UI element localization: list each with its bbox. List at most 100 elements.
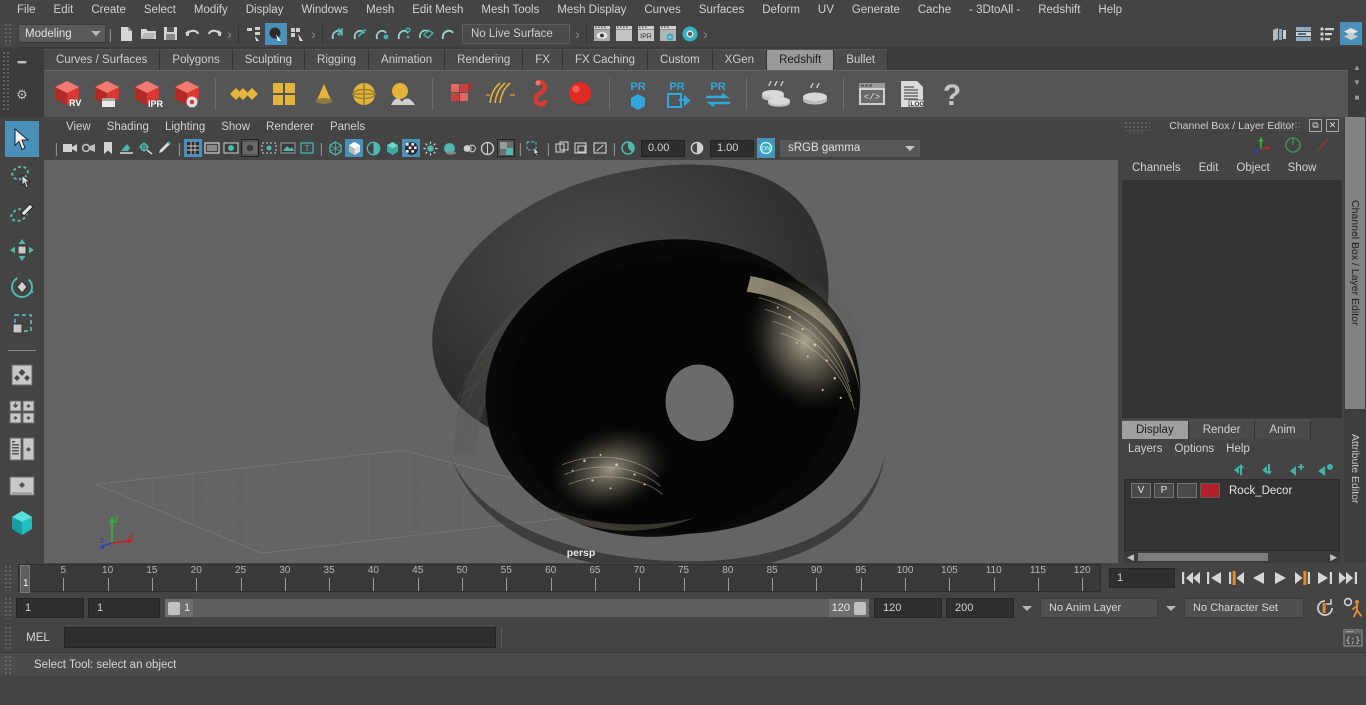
range-start-field[interactable]: 1: [88, 598, 160, 618]
menu-mesh-tools[interactable]: Mesh Tools: [472, 0, 548, 20]
attribute-editor-icon[interactable]: [1292, 22, 1314, 45]
channel-box-menu-channels[interactable]: Channels: [1126, 162, 1187, 174]
redshift-pr-geometry-icon[interactable]: PR: [619, 75, 657, 113]
viewport-menu-lighting[interactable]: Lighting: [157, 121, 213, 133]
rotate-tool[interactable]: [5, 269, 39, 305]
exposure-field[interactable]: 0.00: [641, 139, 685, 157]
redshift-hair-icon[interactable]: [482, 75, 520, 113]
scroll-right-arrow-icon[interactable]: ▶: [1330, 552, 1337, 563]
new-scene-icon[interactable]: [115, 23, 137, 45]
shelf-grip[interactable]: [2, 51, 10, 111]
go-to-start-icon[interactable]: [1181, 570, 1201, 586]
save-scene-icon[interactable]: [159, 23, 181, 45]
manipulator-axis-icon[interactable]: [1252, 136, 1272, 154]
redshift-light-cone-icon[interactable]: [305, 75, 343, 113]
command-line-grip[interactable]: [4, 625, 12, 650]
layer-shading-toggle[interactable]: [1177, 483, 1197, 498]
side-tab-channel-box-layer-editor[interactable]: Channel Box / Layer Editor: [1345, 117, 1365, 409]
command-language-label[interactable]: MEL: [17, 632, 59, 644]
anim-start-field[interactable]: 1: [16, 598, 84, 618]
gamma-reset-icon[interactable]: [688, 139, 706, 157]
lasso-select-tool[interactable]: [5, 158, 39, 194]
range-slider-left-handle[interactable]: 1: [165, 599, 194, 617]
viewport-menu-renderer[interactable]: Renderer: [258, 121, 322, 133]
menu-cache[interactable]: Cache: [909, 0, 960, 20]
redshift-help-icon[interactable]: ?: [933, 75, 971, 113]
gate-mask-icon[interactable]: [241, 139, 259, 157]
redshift-log-icon[interactable]: .LOG: [893, 75, 931, 113]
redshift-pr-export-icon[interactable]: PR: [659, 75, 697, 113]
redshift-script-editor-icon[interactable]: </>: [853, 75, 891, 113]
command-input[interactable]: [64, 627, 496, 648]
redo-icon[interactable]: [203, 23, 225, 45]
smooth-shade-icon[interactable]: [345, 139, 363, 157]
shelf-tab-bullet[interactable]: Bullet: [834, 49, 889, 70]
select-by-object-icon[interactable]: [265, 22, 287, 45]
tab-display[interactable]: Display: [1122, 420, 1189, 439]
viewport-menu-panels[interactable]: Panels: [322, 121, 373, 133]
menu-mesh[interactable]: Mesh: [357, 0, 403, 20]
channel-box-menu-show[interactable]: Show: [1282, 162, 1323, 174]
hardware-texture-icon[interactable]: [383, 139, 401, 157]
menu-edit-mesh[interactable]: Edit Mesh: [403, 0, 472, 20]
select-by-component-icon[interactable]: [287, 23, 309, 45]
new-layer-from-selected-icon[interactable]: [1317, 463, 1334, 476]
redshift-render-settings-icon[interactable]: [168, 75, 206, 113]
chevron-down-icon[interactable]: ▼: [1353, 78, 1361, 87]
redshift-sprite-icon[interactable]: [522, 75, 560, 113]
hypergraph-layout[interactable]: [5, 468, 39, 504]
render-view-icon[interactable]: [591, 23, 613, 45]
redshift-dome-light-icon[interactable]: [345, 75, 383, 113]
menu-surfaces[interactable]: Surfaces: [690, 0, 753, 20]
shadows-icon[interactable]: [421, 139, 439, 157]
rotate-manipulator-icon[interactable]: [1284, 136, 1302, 154]
layer-menu-help[interactable]: Help: [1226, 443, 1250, 455]
shelf-tab-curves-surfaces[interactable]: Curves / Surfaces: [44, 49, 161, 70]
make-live-icon[interactable]: [437, 23, 459, 45]
snap-to-projected-center-icon[interactable]: [393, 23, 415, 45]
current-frame-field[interactable]: 1: [1109, 568, 1175, 588]
tab-render[interactable]: Render: [1188, 420, 1256, 439]
layer-color-swatch[interactable]: [1200, 483, 1220, 498]
layer-playback-toggle[interactable]: P: [1154, 483, 1174, 498]
menu-curves[interactable]: Curves: [635, 0, 689, 20]
status-line-grip[interactable]: [4, 22, 12, 45]
auto-keyframe-icon[interactable]: [1314, 598, 1336, 618]
shelf-tab-sculpting[interactable]: Sculpting: [232, 49, 306, 70]
snap-to-view-plane-icon[interactable]: [415, 23, 437, 45]
resolution-gate-icon[interactable]: [222, 139, 240, 157]
multisample-icon[interactable]: [478, 139, 496, 157]
shelf-tab-redshift[interactable]: Redshift: [767, 49, 835, 70]
layer-list-scrollbar[interactable]: ◀ ▶: [1124, 551, 1340, 563]
chevron-up-icon[interactable]: ▲: [1353, 63, 1361, 72]
shelf-tab-rendering[interactable]: Rendering: [445, 49, 524, 70]
image-plane-icon[interactable]: [118, 139, 136, 157]
step-forward-keyframe-icon[interactable]: [1316, 570, 1333, 586]
shelf-tab-rigging[interactable]: Rigging: [305, 49, 370, 70]
move-layer-down-icon[interactable]: [1261, 463, 1278, 476]
scrollbar-thumb[interactable]: [1138, 553, 1268, 561]
play-forwards-icon[interactable]: [1272, 570, 1289, 586]
camera-attributes-icon[interactable]: [80, 139, 98, 157]
time-slider-grip[interactable]: [4, 565, 12, 591]
layer-list[interactable]: V P Rock_Decor: [1124, 479, 1340, 551]
exposure-icon[interactable]: [279, 139, 297, 157]
go-to-end-icon[interactable]: [1338, 570, 1358, 586]
menu-3dtoall[interactable]: - 3DtoAll -: [960, 0, 1029, 20]
menu-help[interactable]: Help: [1089, 0, 1131, 20]
close-icon[interactable]: ✕: [1326, 119, 1339, 132]
step-forward-frame-icon[interactable]: [1294, 570, 1311, 586]
menu-edit[interactable]: Edit: [45, 0, 83, 20]
viewport-menu-view[interactable]: View: [58, 121, 99, 133]
shelf-tab-fx-caching[interactable]: FX Caching: [562, 49, 649, 70]
snap-to-curve-icon[interactable]: [349, 23, 371, 45]
motion-blur-icon[interactable]: [459, 139, 477, 157]
grid-toggle-icon[interactable]: [184, 139, 202, 157]
shelf-scroll-controls[interactable]: ▲ ▼ ■: [1348, 47, 1366, 117]
color-management-toggle-icon[interactable]: ON: [757, 138, 775, 158]
menu-create[interactable]: Create: [82, 0, 135, 20]
menu-generate[interactable]: Generate: [843, 0, 909, 20]
scroll-left-arrow-icon[interactable]: ◀: [1127, 552, 1134, 563]
xray-joints-icon[interactable]: [553, 139, 571, 157]
character-set-selector[interactable]: No Character Set: [1184, 598, 1304, 618]
